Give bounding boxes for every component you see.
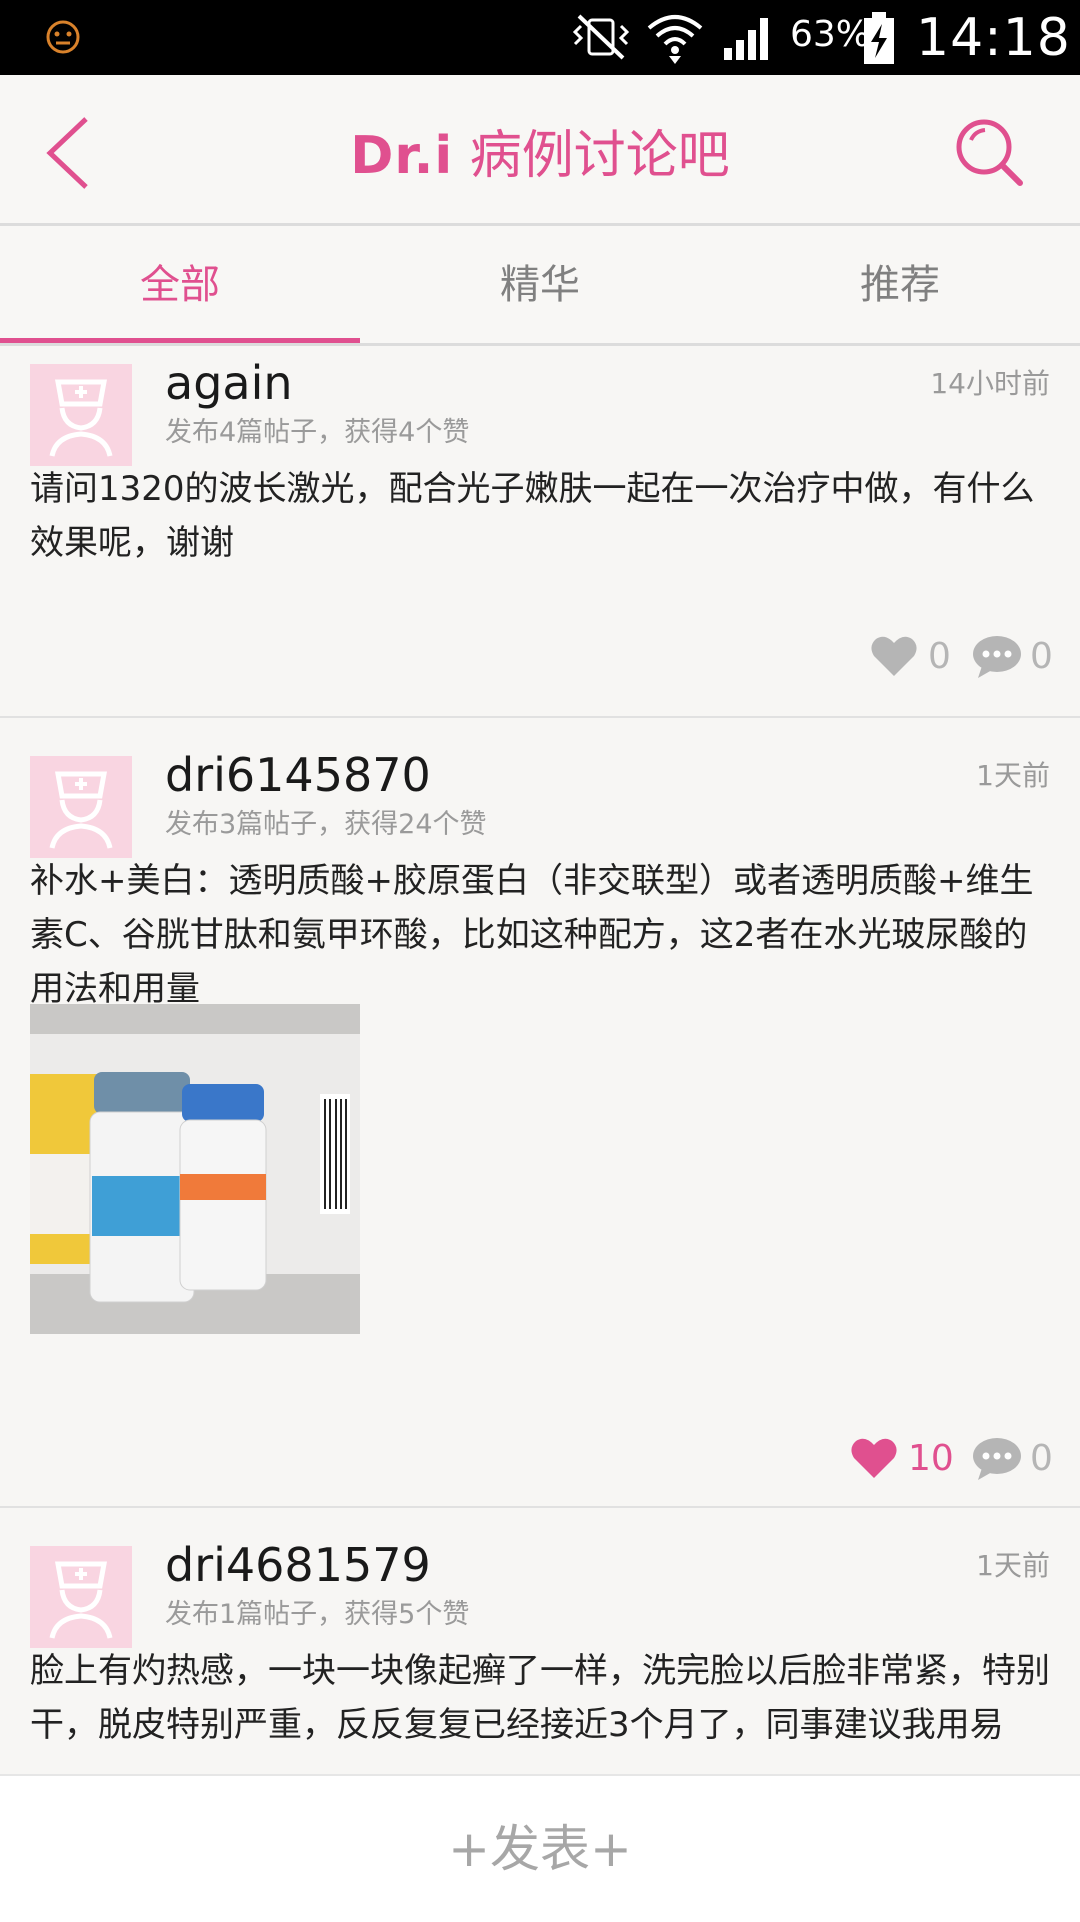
post-time: 1天前 bbox=[976, 759, 1050, 792]
tab-indicator bbox=[0, 338, 360, 343]
comment-count: 0 bbox=[1030, 1438, 1053, 1479]
post-time: 14小时前 bbox=[930, 367, 1050, 400]
heart-icon bbox=[871, 636, 917, 676]
tab-all[interactable]: 全部 bbox=[0, 226, 360, 343]
like-button[interactable]: 10 bbox=[850, 1434, 954, 1484]
search-button[interactable] bbox=[950, 113, 1030, 193]
avatar[interactable] bbox=[30, 1546, 132, 1648]
tab-featured[interactable]: 精华 bbox=[360, 226, 720, 343]
post-content[interactable]: 请问1320的波长激光，配合光子嫩肤一起在一次治疗中做，有什么效果呢，谢谢 bbox=[30, 462, 1050, 570]
post-username[interactable]: dri6145870 bbox=[165, 748, 431, 802]
signal-icon bbox=[724, 18, 768, 60]
post-username[interactable]: again bbox=[165, 356, 293, 410]
page-title-text: 病例讨论吧 bbox=[453, 126, 730, 186]
comment-icon bbox=[973, 1438, 1021, 1480]
vibrate-silent-icon bbox=[572, 14, 630, 60]
like-button[interactable]: 0 bbox=[870, 632, 951, 682]
post-card[interactable]: again 发布4篇帖子，获得4个赞 14小时前 请问1320的波长激光，配合光… bbox=[0, 346, 1080, 718]
nurse-avatar-icon bbox=[49, 1561, 113, 1639]
comment-count: 0 bbox=[1030, 636, 1053, 677]
post-author-stats: 发布1篇帖子，获得5个赞 bbox=[165, 1599, 470, 1630]
post-time: 1天前 bbox=[976, 1549, 1050, 1582]
tab-recommended[interactable]: 推荐 bbox=[720, 226, 1080, 343]
brand-logo: Dr.i bbox=[350, 126, 454, 186]
nurse-avatar-icon bbox=[49, 771, 113, 849]
tab-bar: 全部 精华 推荐 bbox=[0, 226, 1080, 346]
comment-icon bbox=[973, 636, 1021, 678]
post-actions: 0 0 bbox=[870, 632, 1053, 682]
app-header: Dr.i 病例讨论吧 bbox=[0, 75, 1080, 226]
nurse-avatar-icon bbox=[49, 379, 113, 457]
post-content[interactable]: 补水+美白：透明质酸+胶原蛋白（非交联型）或者透明质酸+维生素C、谷胱甘肽和氨甲… bbox=[30, 854, 1050, 1016]
clock: 14:18 bbox=[916, 8, 1071, 68]
like-count: 10 bbox=[908, 1438, 954, 1479]
post-username[interactable]: dri4681579 bbox=[165, 1538, 431, 1592]
like-count: 0 bbox=[928, 636, 951, 677]
post-actions: 10 0 bbox=[850, 1434, 1053, 1484]
battery-charging-icon bbox=[864, 12, 894, 64]
post-content[interactable]: 脸上有灼热感，一块一块像起癣了一样，洗完脸以后脸非常紧，特别干，脱皮特别严重，反… bbox=[30, 1644, 1050, 1752]
wifi-icon bbox=[647, 15, 703, 64]
post-card[interactable]: dri4681579 发布1篇帖子，获得5个赞 1天前 脸上有灼热感，一块一块像… bbox=[0, 1508, 1080, 1774]
bottom-bar: +发表+ bbox=[0, 1774, 1080, 1922]
avatar[interactable] bbox=[30, 756, 132, 858]
post-author-stats: 发布4篇帖子，获得4个赞 bbox=[165, 417, 470, 448]
comment-button[interactable]: 0 bbox=[972, 632, 1053, 682]
medicine-vials-image bbox=[30, 1004, 360, 1334]
emoji-notification-icon bbox=[46, 20, 80, 54]
avatar[interactable] bbox=[30, 364, 132, 466]
battery-percent: 63% bbox=[790, 14, 871, 55]
status-bar: 63% 14:18 bbox=[0, 0, 1080, 75]
page-title: Dr.i 病例讨论吧 bbox=[0, 113, 1080, 188]
publish-button[interactable]: +发表+ bbox=[0, 1776, 1080, 1922]
heart-icon bbox=[851, 1438, 897, 1478]
comment-button[interactable]: 0 bbox=[972, 1434, 1053, 1484]
search-icon bbox=[956, 119, 1023, 186]
post-feed[interactable]: again 发布4篇帖子，获得4个赞 14小时前 请问1320的波长激光，配合光… bbox=[0, 346, 1080, 1774]
post-author-stats: 发布3篇帖子，获得24个赞 bbox=[165, 809, 487, 840]
post-card[interactable]: dri6145870 发布3篇帖子，获得24个赞 1天前 补水+美白：透明质酸+… bbox=[0, 718, 1080, 1508]
post-image[interactable] bbox=[30, 1004, 360, 1334]
